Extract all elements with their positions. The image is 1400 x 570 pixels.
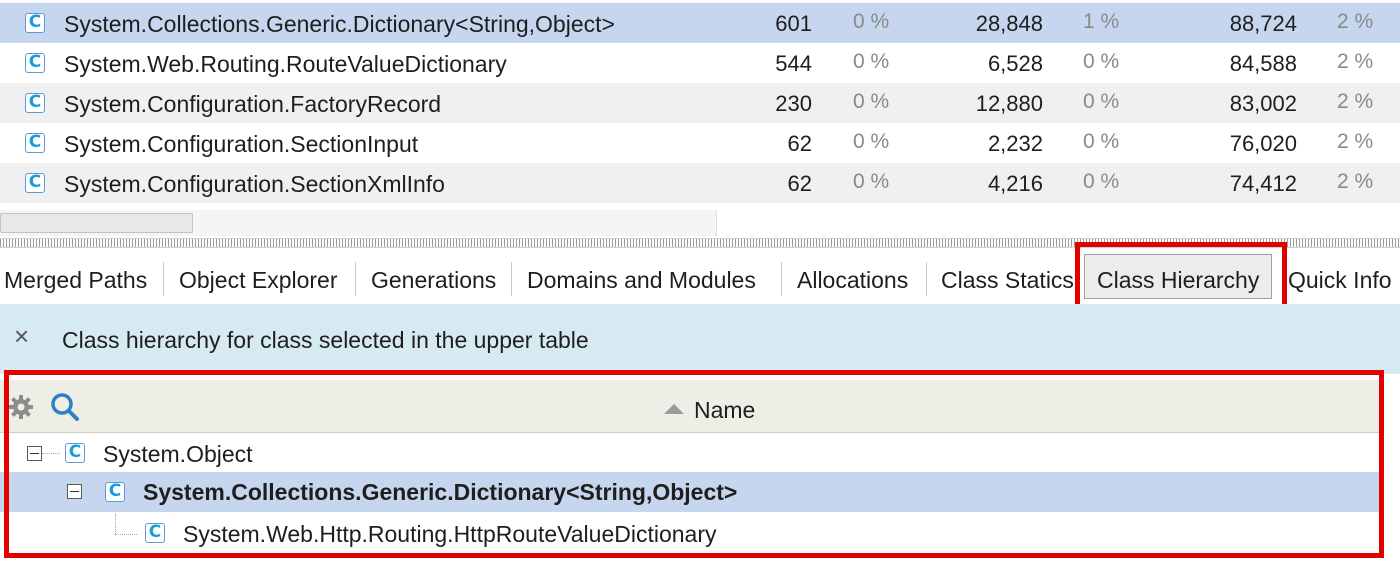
class-icon: C	[25, 173, 45, 193]
objects-count: 62	[787, 171, 812, 196]
class-icon: C	[25, 93, 45, 113]
shallow-size: 28,848	[975, 11, 1043, 36]
table-row[interactable]: C System.Collections.Generic.Dictionary<…	[0, 3, 1400, 43]
class-name: System.Web.Routing.RouteValueDictionary	[64, 51, 507, 77]
class-hierarchy-tree: Name C System.Object C System.Collection…	[0, 370, 1400, 570]
retained-size: 83,002	[1229, 91, 1297, 116]
highlight-box-tree	[4, 370, 1384, 558]
tab-object-explorer[interactable]: Object Explorer	[179, 266, 338, 294]
table-row[interactable]: C System.Configuration.FactoryRecord 230…	[0, 83, 1400, 123]
retained-size: 88,724	[1229, 11, 1297, 36]
objects-percent: 0 %	[853, 170, 890, 193]
class-name: System.Configuration.FactoryRecord	[64, 91, 442, 117]
class-name: System.Collections.Generic.Dictionary<St…	[64, 11, 615, 37]
class-icon: C	[25, 53, 45, 73]
table-row[interactable]: C System.Configuration.SectionInput 62 0…	[0, 123, 1400, 163]
retained-size: 84,588	[1229, 51, 1297, 76]
info-bar-text: Class hierarchy for class selected in th…	[62, 327, 589, 353]
retained-percent: 2 %	[1337, 90, 1374, 113]
class-name: System.Configuration.SectionXmlInfo	[64, 171, 445, 197]
retained-percent: 2 %	[1337, 130, 1374, 153]
tab-generations[interactable]: Generations	[371, 266, 496, 294]
objects-count: 544	[775, 51, 812, 76]
shallow-percent: 0 %	[1083, 50, 1120, 73]
tab-separator	[355, 262, 356, 296]
objects-count: 601	[775, 11, 812, 36]
close-icon[interactable]: ×	[14, 322, 29, 350]
tab-separator	[781, 262, 782, 296]
info-bar: × Class hierarchy for class selected in …	[0, 304, 1400, 374]
shallow-percent: 0 %	[1083, 170, 1120, 193]
retained-size: 76,020	[1229, 131, 1297, 156]
scrollbar-thumb[interactable]	[0, 213, 193, 233]
shallow-size: 2,232	[987, 131, 1043, 156]
shallow-percent: 0 %	[1083, 90, 1120, 113]
shallow-size: 6,528	[987, 51, 1043, 76]
tab-class-statics[interactable]: Class Statics	[941, 266, 1074, 294]
objects-percent: 0 %	[853, 90, 890, 113]
retained-percent: 2 %	[1337, 10, 1374, 33]
class-icon: C	[25, 133, 45, 153]
upper-class-table: C System.Collections.Generic.Dictionary<…	[0, 0, 1400, 238]
shallow-size: 12,880	[975, 91, 1043, 116]
tab-merged-paths[interactable]: Merged Paths	[4, 266, 147, 294]
objects-count: 230	[775, 91, 812, 116]
retained-percent: 2 %	[1337, 50, 1374, 73]
shallow-percent: 1 %	[1083, 10, 1120, 33]
objects-percent: 0 %	[853, 10, 890, 33]
objects-percent: 0 %	[853, 50, 890, 73]
table-row[interactable]: C System.Web.Routing.RouteValueDictionar…	[0, 43, 1400, 83]
retained-percent: 2 %	[1337, 170, 1374, 193]
class-name: System.Configuration.SectionInput	[64, 131, 419, 157]
objects-percent: 0 %	[853, 130, 890, 153]
retained-size: 74,412	[1229, 171, 1297, 196]
shallow-percent: 0 %	[1083, 130, 1120, 153]
tab-bar: Merged Paths Object Explorer Generations…	[0, 242, 1400, 310]
tab-separator	[163, 262, 164, 296]
shallow-size: 4,216	[987, 171, 1043, 196]
tab-separator	[511, 262, 512, 296]
tab-quick-info[interactable]: Quick Info	[1288, 266, 1392, 294]
table-row[interactable]: C System.Configuration.SectionXmlInfo 62…	[0, 163, 1400, 203]
tab-separator	[926, 262, 927, 296]
class-icon: C	[25, 13, 45, 33]
objects-count: 62	[787, 131, 812, 156]
tab-domains-and-modules[interactable]: Domains and Modules	[527, 266, 756, 294]
highlight-box-tab	[1075, 242, 1287, 310]
tab-allocations[interactable]: Allocations	[797, 266, 908, 294]
